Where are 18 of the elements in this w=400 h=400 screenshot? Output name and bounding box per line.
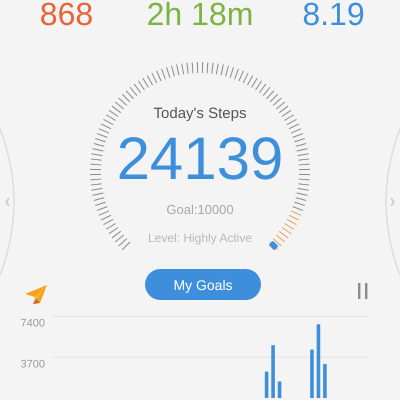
chart-bar [264, 372, 268, 398]
step-count: 24139 [116, 128, 284, 190]
goal-text: Goal:10000 [166, 202, 234, 218]
pause-icon[interactable] [358, 282, 368, 298]
stat-value: 2h 18m [146, 0, 254, 32]
my-goals-button[interactable]: My Goals [145, 269, 261, 300]
chart-bar [310, 350, 314, 398]
gauge-marker [268, 240, 278, 250]
stat-value: 8.19 [302, 0, 365, 32]
axis-label: 3700 [20, 358, 45, 370]
paper-plane-icon[interactable] [24, 282, 48, 306]
gauge-title: Today's Steps [154, 104, 246, 124]
axis-label: 7400 [20, 318, 45, 330]
chart-bar [278, 382, 282, 398]
stat-value: 868 [40, 0, 94, 32]
chart-bar [323, 364, 327, 398]
activity-level: Level: Highly Active [148, 230, 252, 246]
chart-bar [271, 345, 275, 398]
